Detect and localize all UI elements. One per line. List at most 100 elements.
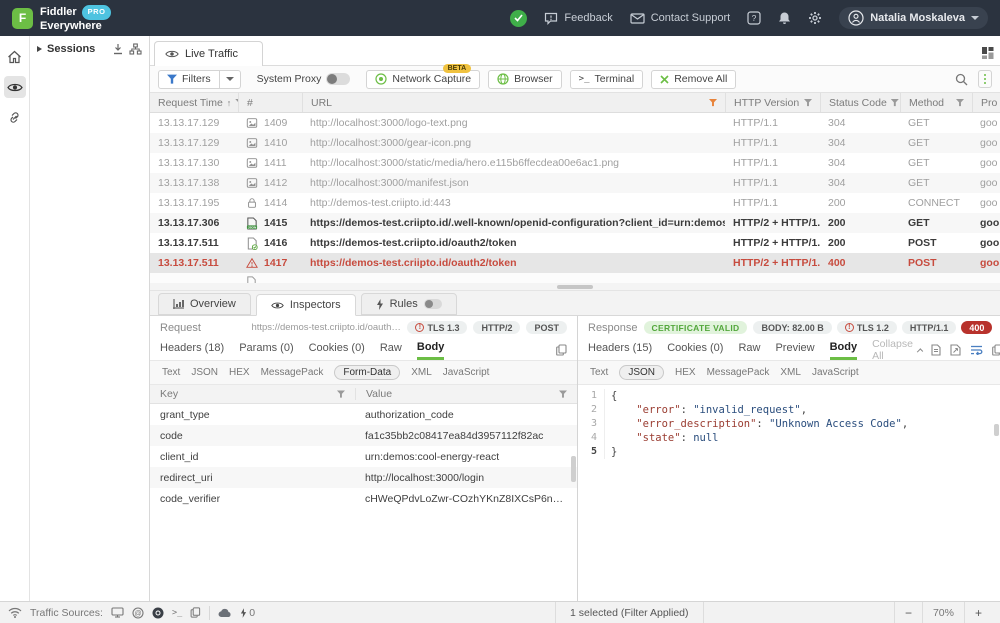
layout-grid-icon[interactable] <box>982 47 994 59</box>
tab-request-headers[interactable]: Headers (18) <box>160 342 224 358</box>
filter-funnel-icon[interactable] <box>804 99 812 107</box>
copy-icon[interactable] <box>992 344 1000 356</box>
more-options-button[interactable] <box>978 70 993 89</box>
at-source-icon[interactable]: @ <box>132 607 144 619</box>
live-traffic-eye-button[interactable] <box>4 76 26 98</box>
grid-horizontal-scrollbar[interactable] <box>150 283 1000 291</box>
remove-all-button[interactable]: Remove All <box>651 70 736 89</box>
form-data-row[interactable]: client_idurn:demos:cool-energy-react <box>150 446 577 467</box>
active-source-icon[interactable] <box>152 607 164 619</box>
network-capture-button[interactable]: BETA Network Capture <box>366 70 480 89</box>
zoom-out-button[interactable]: − <box>894 602 922 623</box>
format-text[interactable]: Text <box>162 367 180 378</box>
tab-response-headers[interactable]: Headers (15) <box>588 342 652 358</box>
format-messagepack[interactable]: MessagePack <box>707 367 770 378</box>
tab-request-cookies[interactable]: Cookies (0) <box>309 342 365 358</box>
tab-overview[interactable]: Overview <box>158 293 251 315</box>
word-wrap-icon[interactable] <box>970 345 983 355</box>
column-header-url[interactable]: URL <box>302 93 725 112</box>
tab-response-cookies[interactable]: Cookies (0) <box>667 342 723 358</box>
compose-link-button[interactable] <box>4 106 26 128</box>
import-sessions-icon[interactable] <box>112 43 124 55</box>
share-sessions-icon[interactable] <box>129 43 142 55</box>
notifications-bell-icon[interactable] <box>778 11 791 25</box>
table-row[interactable]: 13.13.17.1291410http://localhost:3000/ge… <box>150 133 1000 153</box>
column-header-number[interactable]: # <box>238 93 302 112</box>
column-header-process[interactable]: Pro <box>972 93 1000 112</box>
http-version-cell: HTTP/1.1 <box>725 113 820 133</box>
form-data-row[interactable]: code_verifiercHWeQPdvLoZwr-COzhYKnZ8IXCs… <box>150 488 577 509</box>
tab-rules-label: Rules <box>390 298 418 310</box>
table-row[interactable]: 13.13.17.1951414http://demos-test.criipt… <box>150 193 1000 213</box>
table-row[interactable]: 13.13.17.306JSON1415https://demos-test.c… <box>150 213 1000 233</box>
rules-toggle-off[interactable] <box>424 299 442 309</box>
tab-request-params[interactable]: Params (0) <box>239 342 293 358</box>
open-document-icon[interactable] <box>950 344 961 356</box>
format-json[interactable]: JSON <box>191 367 218 378</box>
cloud-icon[interactable] <box>218 608 232 618</box>
filter-funnel-icon[interactable] <box>956 99 964 107</box>
tab-response-body[interactable]: Body <box>830 341 858 360</box>
format-messagepack[interactable]: MessagePack <box>261 367 324 378</box>
copy-icon[interactable] <box>556 344 567 356</box>
format-xml[interactable]: XML <box>411 367 432 378</box>
format-xml[interactable]: XML <box>780 367 801 378</box>
table-row[interactable]: 13.13.17.5111417https://demos-test.criip… <box>150 253 1000 273</box>
copy-source-icon[interactable] <box>190 607 201 618</box>
method-badge: POST <box>526 321 567 334</box>
form-data-row[interactable]: grant_typeauthorization_code <box>150 404 577 425</box>
filter-applied-funnel-icon[interactable] <box>709 99 717 107</box>
monitor-source-icon[interactable] <box>111 607 124 618</box>
column-header-http-version[interactable]: HTTP Version <box>725 93 820 112</box>
tab-response-raw[interactable]: Raw <box>738 342 760 358</box>
settings-gear-icon[interactable] <box>808 11 822 25</box>
http-version-badge: HTTP/1.1 <box>902 321 957 334</box>
filter-funnel-icon[interactable] <box>891 99 899 107</box>
filter-funnel-icon[interactable] <box>559 390 567 398</box>
tab-response-preview[interactable]: Preview <box>775 342 814 358</box>
format-hex[interactable]: HEX <box>229 367 250 378</box>
column-header-status-code[interactable]: Status Code <box>820 93 900 112</box>
request-scrollbar-thumb[interactable] <box>571 456 576 482</box>
system-proxy-toggle[interactable]: System Proxy <box>249 71 359 88</box>
table-row[interactable]: 13.13.17.5111416https://demos-test.criip… <box>150 233 1000 253</box>
collapse-all-button[interactable]: Collapse All <box>872 338 922 362</box>
terminal-button[interactable]: >_ Terminal <box>570 70 644 89</box>
column-header-method[interactable]: Method <box>900 93 972 112</box>
scrollbar-thumb[interactable] <box>557 285 593 289</box>
format-javascript[interactable]: JavaScript <box>812 367 859 378</box>
filters-dropdown-button[interactable] <box>220 70 241 89</box>
save-document-icon[interactable] <box>931 344 941 356</box>
zoom-in-button[interactable]: + <box>964 602 992 623</box>
sessions-expand-icon[interactable] <box>37 46 42 52</box>
column-header-request-time[interactable]: Request Time↑ <box>150 93 238 112</box>
form-data-row[interactable]: redirect_urihttp://localhost:3000/login <box>150 467 577 488</box>
filter-funnel-icon[interactable] <box>337 390 345 398</box>
table-row[interactable]: 13.13.17.1291409http://localhost:3000/lo… <box>150 113 1000 133</box>
table-row[interactable]: 13.13.17.1381412http://localhost:3000/ma… <box>150 173 1000 193</box>
feedback-button[interactable]: Feedback <box>544 12 612 25</box>
tab-request-raw[interactable]: Raw <box>380 342 402 358</box>
format-form-data-selected[interactable]: Form-Data <box>334 365 400 380</box>
tab-live-traffic[interactable]: Live Traffic <box>154 41 263 66</box>
format-javascript[interactable]: JavaScript <box>443 367 490 378</box>
zoom-level[interactable]: 70% <box>922 602 964 623</box>
home-button[interactable] <box>4 46 26 68</box>
search-icon[interactable] <box>955 73 968 86</box>
format-json-selected[interactable]: JSON <box>619 365 664 380</box>
terminal-source-icon[interactable]: >_ <box>172 608 182 618</box>
tab-rules[interactable]: Rules <box>361 293 457 315</box>
tab-request-body[interactable]: Body <box>417 341 445 360</box>
response-json-body[interactable]: 1{2 "error": "invalid_request",3 "error_… <box>578 385 1000 601</box>
user-menu[interactable]: Natalia Moskaleva <box>839 7 988 29</box>
filters-button[interactable]: Filters <box>158 70 220 89</box>
response-scrollbar-thumb[interactable] <box>994 424 999 436</box>
contact-support-button[interactable]: Contact Support <box>630 12 731 24</box>
browser-button[interactable]: Browser <box>488 70 562 89</box>
format-text[interactable]: Text <box>590 367 608 378</box>
form-data-row[interactable]: codefa1c35bb2c08417ea84d3957112f82ac <box>150 425 577 446</box>
help-button[interactable]: ? <box>747 11 761 25</box>
tab-inspectors[interactable]: Inspectors <box>256 294 356 316</box>
table-row[interactable]: 13.13.17.1301411http://localhost:3000/st… <box>150 153 1000 173</box>
format-hex[interactable]: HEX <box>675 367 696 378</box>
